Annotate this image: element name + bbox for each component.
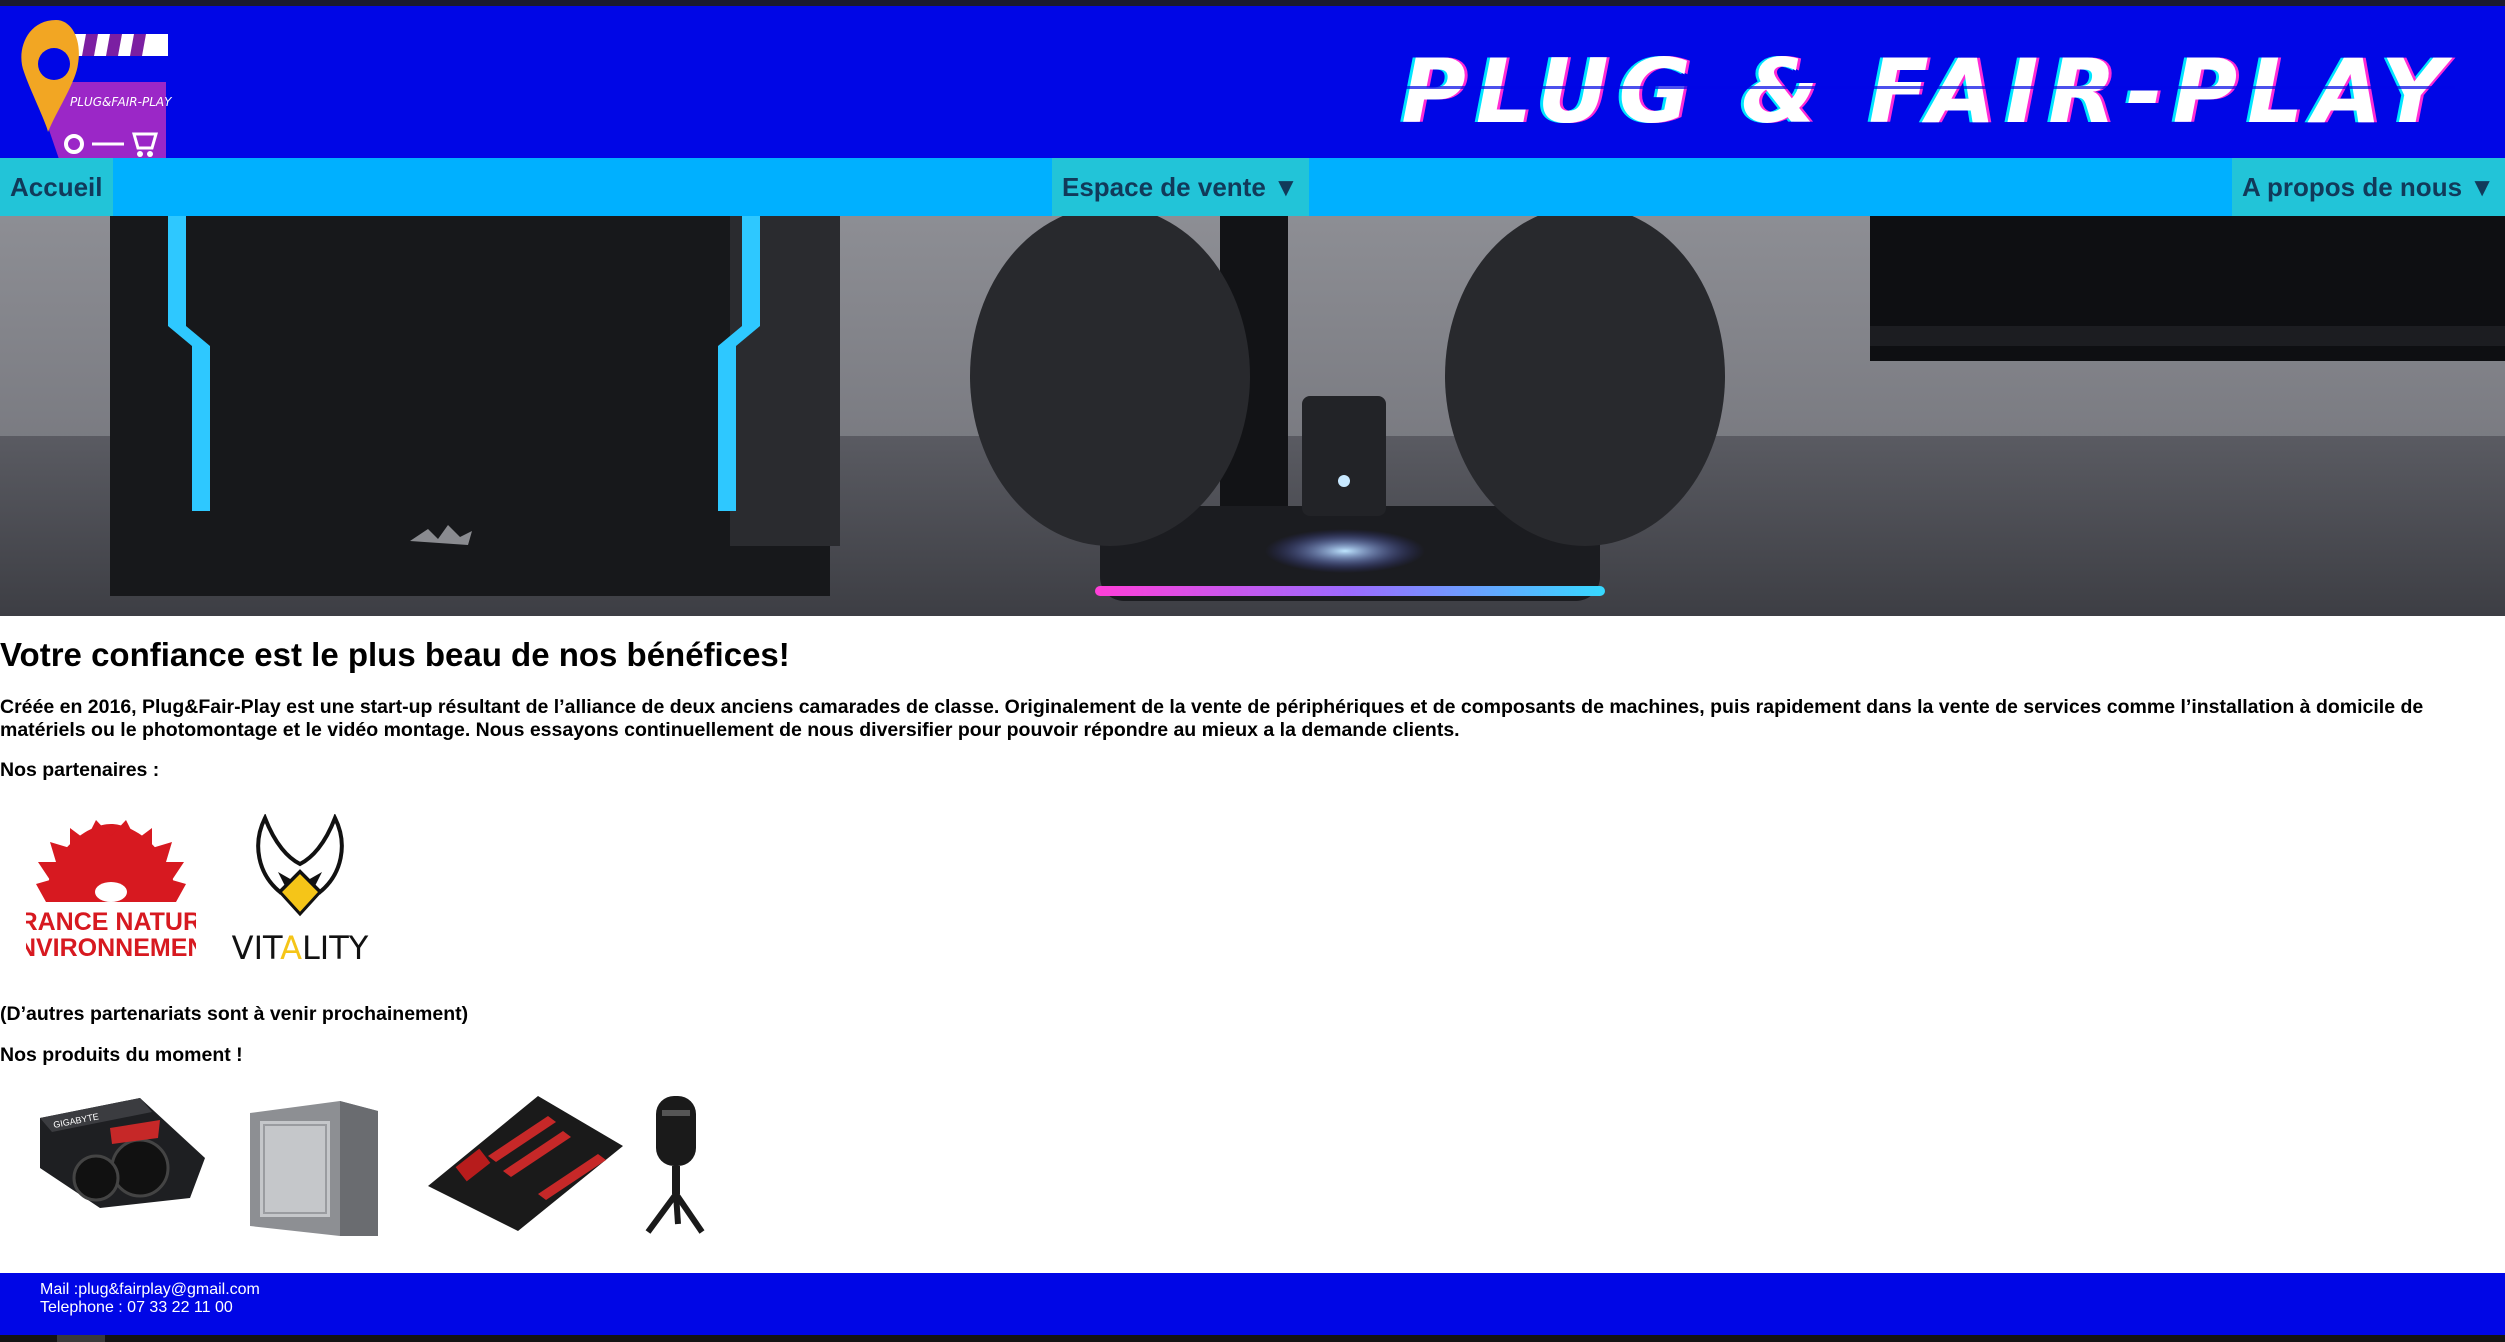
partner-logo-vitality[interactable]: VITALITY	[232, 814, 369, 964]
site-footer: Mail :plug&fairplay@gmail.com Telephone …	[0, 1273, 2505, 1335]
svg-text:PLUG&FAIR-PLAY: PLUG&FAIR-PLAY	[70, 95, 173, 109]
footer-phone: Telephone : 07 33 22 11 00	[40, 1299, 233, 1316]
site-logo[interactable]: PLUG&FAIR-PLAY	[16, 12, 176, 160]
svg-text:FRANCE NATURE: FRANCE NATURE	[26, 908, 196, 936]
product-motherboard[interactable]	[428, 1096, 623, 1231]
nav-shop-dropdown[interactable]: Espace de vente ▼	[1052, 158, 1309, 216]
svg-text:VITALITY: VITALITY	[232, 929, 369, 964]
hero-banner-image	[0, 216, 2505, 616]
partner-logo-fne[interactable]: FRANCE NATURE ENVIRONNEMENT	[26, 814, 196, 959]
brand-title: PLUG & FAIR-PLAY	[1401, 40, 2455, 143]
svg-text:ENVIRONNEMENT: ENVIRONNEMENT	[26, 934, 196, 959]
nav-about-dropdown[interactable]: A propos de nous ▼	[2232, 158, 2505, 216]
footer-mail[interactable]: Mail :plug&fairplay@gmail.com	[40, 1281, 260, 1299]
bottom-bar	[0, 1335, 2505, 1342]
partners-label: Nos partenaires :	[0, 759, 160, 781]
bottom-bar-tab	[57, 1335, 105, 1342]
product-pc-case[interactable]	[250, 1101, 380, 1236]
partners-note: (D’autres partenariats sont à venir proc…	[0, 1003, 469, 1025]
product-microphone[interactable]	[640, 1096, 710, 1236]
main-content: Votre confiance est le plus beau de nos …	[0, 636, 2505, 1236]
main-nav: Accueil Espace de vente ▼ A propos de no…	[0, 158, 2505, 216]
site-header: PLUG&FAIR-PLAY PLUG & FAIR-PLAY	[0, 6, 2505, 160]
nav-home[interactable]: Accueil	[0, 158, 113, 216]
products-label: Nos produits du moment !	[0, 1044, 243, 1066]
page-title: Votre confiance est le plus beau de nos …	[0, 636, 790, 673]
intro-paragraph: Créée en 2016, Plug&Fair-Play est une st…	[0, 696, 2424, 741]
product-graphics-card[interactable]: GIGABYTE	[40, 1098, 205, 1208]
